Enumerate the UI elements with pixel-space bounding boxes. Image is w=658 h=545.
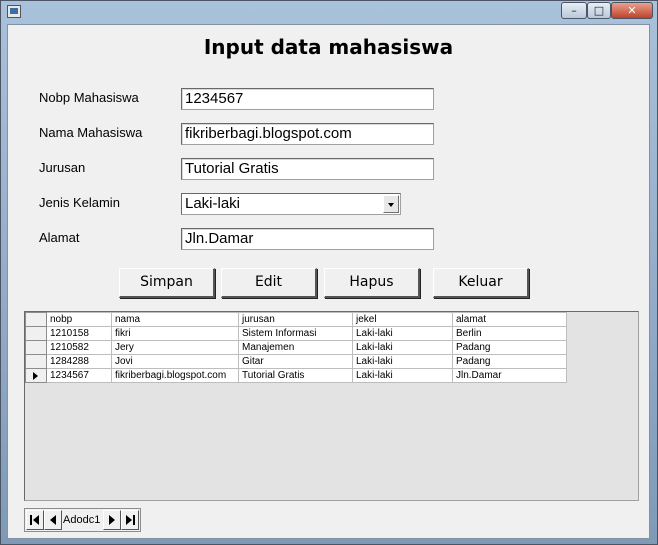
grid-cell[interactable]: 1234567 xyxy=(46,368,112,383)
row-selector[interactable] xyxy=(25,326,47,341)
row-selector[interactable] xyxy=(25,340,47,355)
adodc-navigator: Adodc1 xyxy=(24,508,141,532)
grid-cell[interactable]: fikriberbagi.blogspot.com xyxy=(111,368,239,383)
current-row-icon xyxy=(33,371,38,380)
jurusan-label: Jurusan xyxy=(39,160,86,175)
table-row[interactable]: 1210158 fikri Sistem Informasi Laki-laki… xyxy=(25,326,567,341)
nama-label: Nama Mahasiswa xyxy=(39,125,143,140)
grid-cell[interactable]: Laki-laki xyxy=(352,354,453,369)
grid-cell[interactable]: fikri xyxy=(111,326,239,341)
grid-cell[interactable]: Jln.Damar xyxy=(452,368,567,383)
jenis-kelamin-combo[interactable]: Laki-laki xyxy=(181,193,401,215)
nobp-input[interactable]: 1234567 xyxy=(181,88,434,110)
table-row[interactable]: 1210582 Jery Manajemen Laki-laki Padang xyxy=(25,340,567,355)
grid-cell[interactable]: 1210158 xyxy=(46,326,112,341)
table-row[interactable]: 1284288 Jovi Gitar Laki-laki Padang xyxy=(25,354,567,369)
nama-input[interactable]: fikriberbagi.blogspot.com xyxy=(181,123,434,145)
row-header-corner[interactable] xyxy=(25,312,47,327)
previous-record-icon[interactable] xyxy=(44,510,62,530)
grid-cell[interactable]: 1284288 xyxy=(46,354,112,369)
last-record-icon[interactable] xyxy=(121,510,139,530)
form-title: Input data mahasiswa xyxy=(203,35,454,59)
next-record-icon[interactable] xyxy=(103,510,121,530)
app-icon[interactable] xyxy=(7,5,21,18)
hapus-button[interactable]: Hapus xyxy=(324,268,420,298)
column-header-nobp[interactable]: nobp xyxy=(46,312,112,327)
jenis-kelamin-value: Laki-laki xyxy=(185,195,241,212)
grid-cell[interactable]: Padang xyxy=(452,340,567,355)
first-record-icon[interactable] xyxy=(26,510,44,530)
table-row-current[interactable]: 1234567 fikriberbagi.blogspot.com Tutori… xyxy=(25,368,567,383)
row-selector[interactable] xyxy=(25,368,47,383)
keluar-button[interactable]: Keluar xyxy=(433,268,529,298)
grid-cell[interactable]: Laki-laki xyxy=(352,340,453,355)
column-header-nama[interactable]: nama xyxy=(111,312,239,327)
column-header-alamat[interactable]: alamat xyxy=(452,312,567,327)
jurusan-input[interactable]: Tutorial Gratis xyxy=(181,158,434,180)
column-header-jurusan[interactable]: jurusan xyxy=(238,312,353,327)
close-button[interactable]: ✕ xyxy=(611,2,653,19)
grid-cell[interactable]: Tutorial Gratis xyxy=(238,368,353,383)
alamat-input[interactable]: Jln.Damar xyxy=(181,228,434,250)
grid-cell[interactable]: Gitar xyxy=(238,354,353,369)
title-bar[interactable]: – □ ✕ xyxy=(1,1,657,23)
grid-cell[interactable]: Jery xyxy=(111,340,239,355)
grid-cell[interactable]: Berlin xyxy=(452,326,567,341)
row-selector[interactable] xyxy=(25,354,47,369)
form-client-area: Input data mahasiswa Nobp Mahasiswa 1234… xyxy=(7,24,650,539)
jenis-kelamin-label: Jenis Kelamin xyxy=(39,195,120,210)
grid-cell[interactable]: 1210582 xyxy=(46,340,112,355)
chevron-down-icon[interactable] xyxy=(383,195,399,213)
grid-cell[interactable]: Jovi xyxy=(111,354,239,369)
maximize-button[interactable]: □ xyxy=(587,2,611,19)
edit-button[interactable]: Edit xyxy=(221,268,317,298)
minimize-button[interactable]: – xyxy=(561,2,587,19)
grid-cell[interactable]: Padang xyxy=(452,354,567,369)
data-grid[interactable]: nobp nama jurusan jekel alamat 1210158 f… xyxy=(24,311,639,501)
nobp-label: Nobp Mahasiswa xyxy=(39,90,139,105)
grid-table: nobp nama jurusan jekel alamat 1210158 f… xyxy=(25,312,567,383)
alamat-label: Alamat xyxy=(39,230,80,245)
grid-header-row: nobp nama jurusan jekel alamat xyxy=(25,312,567,327)
navigator-caption: Adodc1 xyxy=(63,514,101,526)
grid-cell[interactable]: Sistem Informasi xyxy=(238,326,353,341)
app-window: – □ ✕ Input data mahasiswa Nobp Mahasisw… xyxy=(0,0,658,545)
simpan-button[interactable]: Simpan xyxy=(119,268,215,298)
grid-cell[interactable]: Manajemen xyxy=(238,340,353,355)
grid-cell[interactable]: Laki-laki xyxy=(352,326,453,341)
grid-cell[interactable]: Laki-laki xyxy=(352,368,453,383)
column-header-jekel[interactable]: jekel xyxy=(352,312,453,327)
